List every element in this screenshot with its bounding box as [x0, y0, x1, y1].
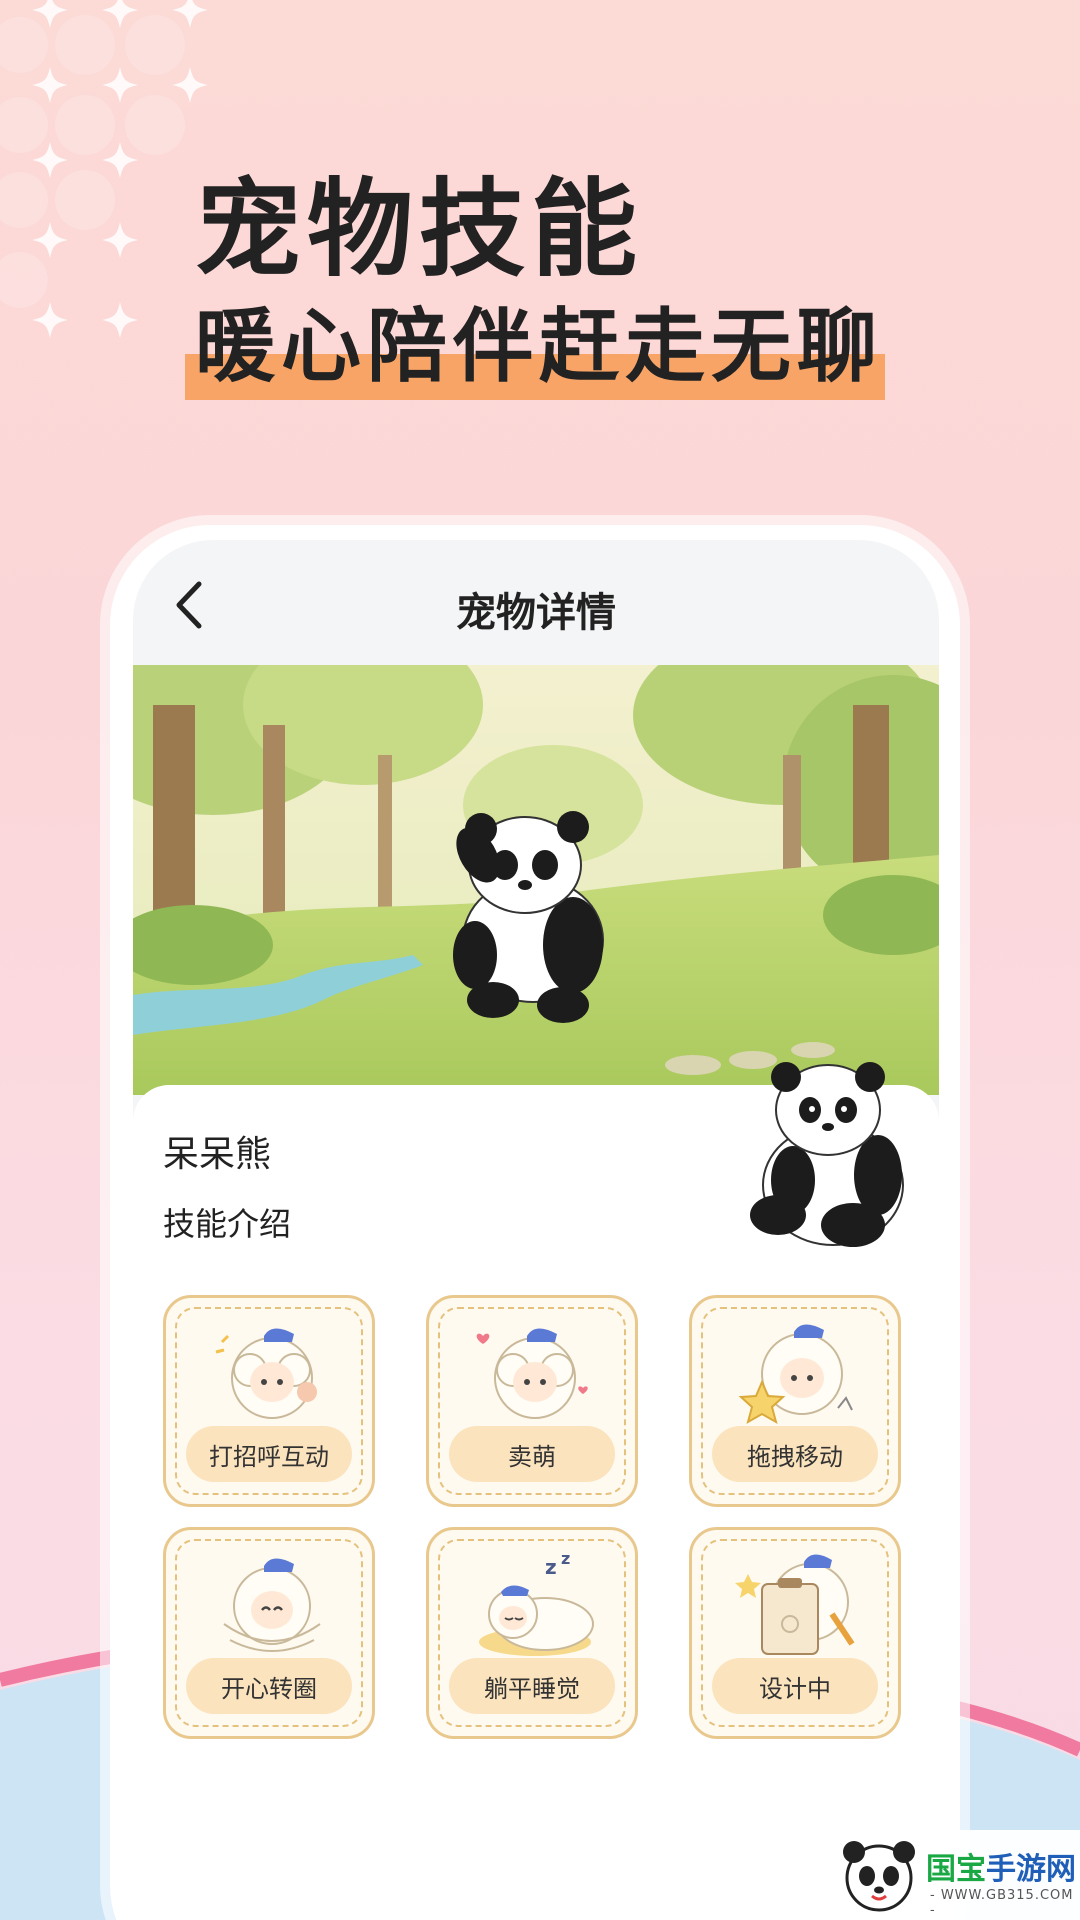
sheep-spin-icon: [223, 1558, 321, 1652]
sheep-sleep-icon: z z: [479, 1549, 594, 1656]
sheep-cute-icon: [476, 1328, 588, 1419]
skill-label: 拖拽移动: [712, 1426, 878, 1482]
skill-label: 设计中: [712, 1658, 878, 1714]
skills-grid: 打招呼互动 卖萌 拖拽移动 开心转圈 z z 躺平睡觉 设计中: [163, 1295, 901, 1739]
promo-subtitle: 暖心陪伴赶走无聊: [195, 300, 883, 393]
skill-card-spin[interactable]: 开心转圈: [163, 1527, 375, 1739]
sheep-drag-icon: [738, 1324, 853, 1425]
watermark-brand: 国宝手游网: [926, 1852, 1076, 1887]
sheep-wave-icon: [215, 1328, 317, 1419]
watermark-url: - WWW.GB315.COM -: [930, 1888, 1074, 1918]
promo-title: 宠物技能: [195, 168, 643, 291]
pet-info-card: 呆呆熊 技能介绍 打招呼互动 卖萌 拖拽移动 开心转圈 z z 躺平睡觉 设计中: [133, 1062, 939, 1920]
skill-card-cute[interactable]: 卖萌: [426, 1295, 638, 1507]
skill-label: 躺平睡觉: [449, 1658, 615, 1714]
nav-bar: 宠物详情: [133, 540, 939, 665]
skill-card-drag[interactable]: 拖拽移动: [689, 1295, 901, 1507]
pet-name: 呆呆熊: [163, 1134, 272, 1175]
skill-card-greet[interactable]: 打招呼互动: [163, 1295, 375, 1507]
svg-text:z: z: [545, 1555, 557, 1579]
skill-label: 打招呼互动: [186, 1426, 352, 1482]
skill-card-design[interactable]: 设计中: [689, 1527, 901, 1739]
pet-banner-image: [133, 665, 939, 1095]
svg-text:z: z: [561, 1549, 570, 1568]
skills-heading: 技能介绍: [163, 1205, 292, 1243]
sheep-design-icon: [735, 1554, 855, 1655]
skill-card-sleep[interactable]: z z 躺平睡觉: [426, 1527, 638, 1739]
skill-label: 开心转圈: [186, 1658, 352, 1714]
site-watermark: 国宝手游网 - WWW.GB315.COM -: [830, 1830, 1080, 1920]
skill-label: 卖萌: [449, 1426, 615, 1482]
pet-detail-screen: 宠物详情 呆呆熊 技能介绍 打招呼互动 卖萌 拖拽移动 开心转圈 z z 躺平睡…: [133, 540, 939, 1920]
page-title: 宠物详情: [456, 590, 616, 636]
promo-headline: 宠物技能 暖心陪伴赶走无聊: [185, 168, 885, 400]
panda-logo-icon: [843, 1841, 915, 1912]
panda-sticker-icon: [750, 1062, 904, 1247]
